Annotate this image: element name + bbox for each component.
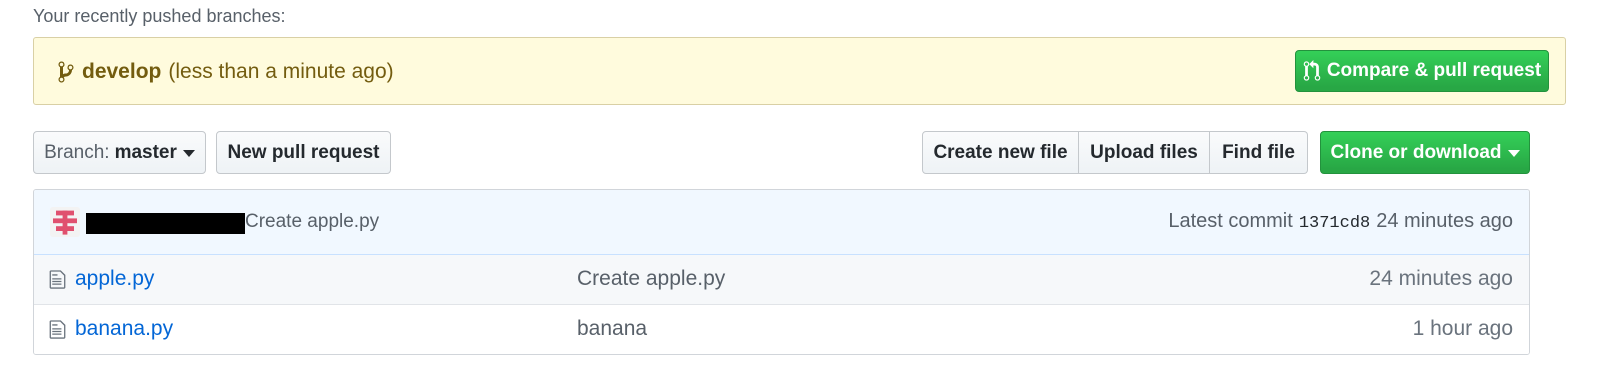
branch-select-label: Branch:: [44, 141, 110, 163]
pushed-branch-info: develop (less than a minute ago): [56, 60, 394, 84]
new-pull-request-button[interactable]: New pull request: [216, 131, 391, 174]
file-actions-group: Create new file Upload files Find file: [922, 131, 1308, 174]
file-icon: [49, 320, 66, 339]
commit-sha[interactable]: 1371cd8: [1299, 214, 1370, 233]
recent-branches-label: Your recently pushed branches:: [33, 6, 286, 26]
clone-or-download-label: Clone or download: [1330, 141, 1502, 163]
find-file-button[interactable]: Find file: [1210, 131, 1308, 174]
file-name-link[interactable]: apple.py: [75, 267, 154, 291]
file-list: Create apple.py Latest commit 1371cd8 24…: [33, 189, 1530, 355]
create-new-file-button[interactable]: Create new file: [922, 131, 1079, 174]
pushed-time: (less than a minute ago): [168, 60, 394, 83]
file-name-link[interactable]: banana.py: [75, 317, 173, 341]
upload-files-button[interactable]: Upload files: [1079, 131, 1210, 174]
file-icon: [49, 270, 66, 289]
caret-down-icon: [1507, 150, 1520, 157]
latest-commit-bar: Create apple.py Latest commit 1371cd8 24…: [34, 190, 1529, 255]
latest-commit-label: Latest commit: [1168, 210, 1293, 232]
git-pull-request-icon: [1303, 60, 1321, 81]
file-age: 1 hour ago: [1412, 317, 1513, 340]
commit-message[interactable]: Create apple.py: [245, 211, 379, 233]
avatar[interactable]: [50, 207, 80, 237]
latest-commit-info: Latest commit 1371cd8 24 minutes ago: [1168, 210, 1513, 233]
file-age: 24 minutes ago: [1369, 267, 1513, 290]
branch-select-button[interactable]: Branch: master: [33, 131, 206, 174]
clone-or-download-button[interactable]: Clone or download: [1320, 131, 1530, 174]
table-row: banana.py banana 1 hour ago: [34, 305, 1529, 354]
caret-down-icon: [182, 150, 195, 157]
git-branch-icon: [58, 61, 74, 83]
compare-pull-request-button[interactable]: Compare & pull request: [1295, 50, 1549, 92]
file-commit-message[interactable]: banana: [577, 317, 647, 341]
file-commit-message[interactable]: Create apple.py: [577, 267, 725, 291]
recent-push-banner: develop (less than a minute ago) Compare…: [33, 37, 1566, 105]
table-row: apple.py Create apple.py 24 minutes ago: [34, 255, 1529, 305]
commit-time: 24 minutes ago: [1376, 210, 1513, 232]
compare-pull-request-label: Compare & pull request: [1326, 60, 1542, 81]
redacted-author: [86, 213, 245, 234]
pushed-branch-name[interactable]: develop: [82, 60, 161, 84]
branch-select-value: master: [114, 141, 177, 163]
